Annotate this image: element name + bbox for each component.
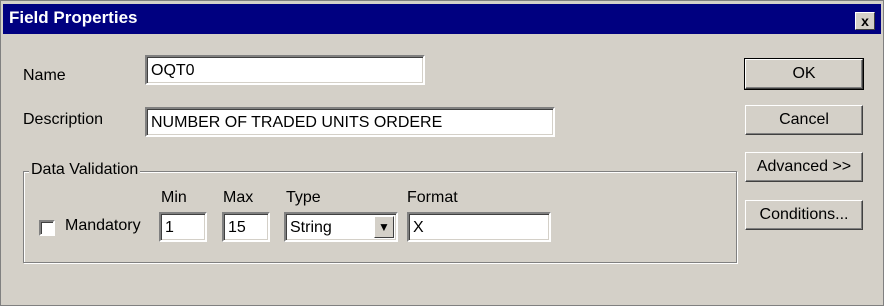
- description-label: Description: [23, 111, 104, 128]
- field-properties-dialog: Field Properties x Name OQT0 Description…: [0, 0, 884, 306]
- type-label: Type: [286, 189, 321, 206]
- dropdown-arrow-icon[interactable]: ▼: [374, 216, 394, 238]
- min-label: Min: [161, 189, 187, 206]
- ok-button[interactable]: OK: [744, 58, 864, 90]
- max-field[interactable]: 15: [222, 212, 270, 242]
- data-validation-label: Data Validation: [29, 161, 141, 179]
- type-select-value: String: [290, 219, 332, 236]
- title-bar[interactable]: Field Properties x: [3, 4, 881, 34]
- description-field[interactable]: NUMBER OF TRADED UNITS ORDERE: [145, 107, 555, 137]
- name-field[interactable]: OQT0: [145, 55, 425, 85]
- format-label: Format: [407, 189, 458, 206]
- advanced-button[interactable]: Advanced >>: [745, 152, 863, 182]
- max-label: Max: [223, 189, 254, 206]
- mandatory-checkbox[interactable]: [39, 220, 55, 236]
- format-field[interactable]: X: [407, 212, 551, 242]
- window-title: Field Properties: [9, 8, 138, 27]
- min-field[interactable]: 1: [159, 212, 207, 242]
- mandatory-label: Mandatory: [65, 217, 141, 234]
- conditions-button[interactable]: Conditions...: [745, 200, 863, 230]
- name-label: Name: [23, 67, 66, 84]
- type-select[interactable]: String ▼: [284, 212, 398, 242]
- close-icon[interactable]: x: [855, 12, 875, 30]
- cancel-button[interactable]: Cancel: [745, 105, 863, 135]
